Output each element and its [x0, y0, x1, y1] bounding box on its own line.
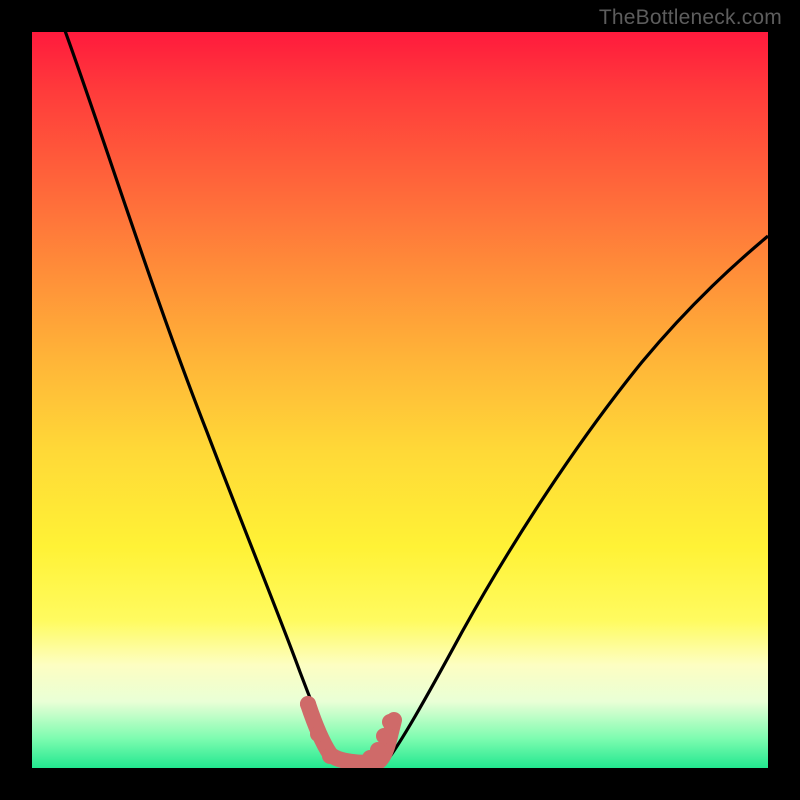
watermark-text: TheBottleneck.com [599, 6, 782, 30]
trough-marker-dot [370, 742, 386, 758]
curve-svg [32, 32, 768, 768]
right-curve [386, 236, 768, 762]
trough-marker-dot [322, 748, 338, 764]
trough-marker-dot [310, 726, 326, 742]
trough-marker-dot [376, 728, 392, 744]
chart-frame: TheBottleneck.com [0, 0, 800, 800]
trough-marker-dot [382, 714, 398, 730]
trough-marker-dot [300, 696, 316, 712]
plot-area [32, 32, 768, 768]
left-curve [64, 32, 337, 760]
